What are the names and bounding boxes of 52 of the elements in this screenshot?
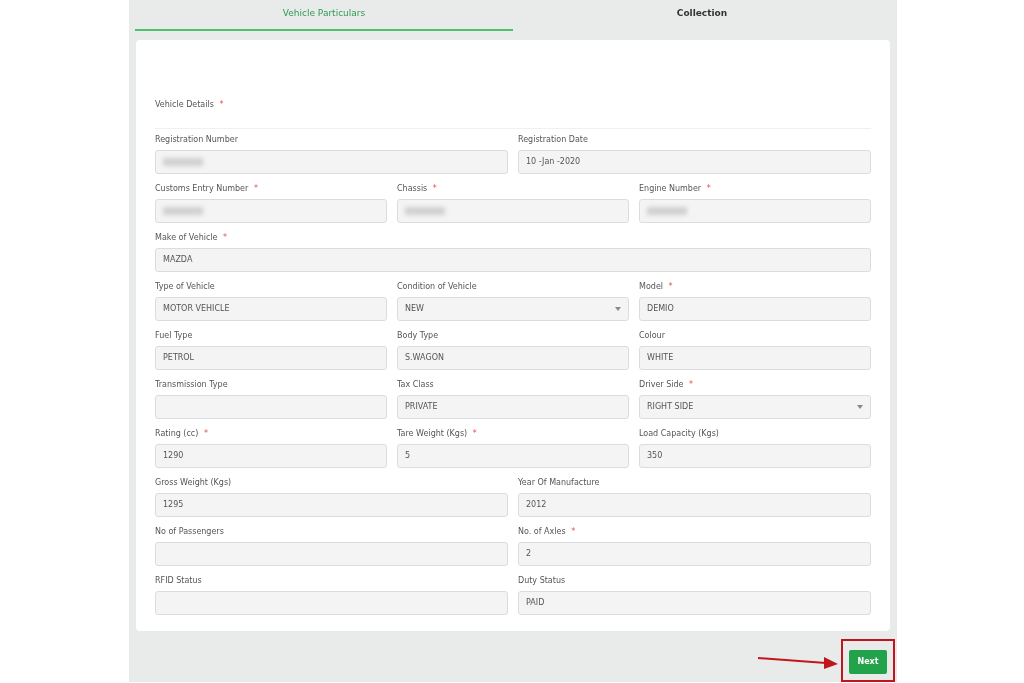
tab[interactable]: Collection [513,0,891,31]
field-label: No. of Axles * [518,526,577,537]
input-field[interactable]: 1290 [155,443,387,468]
field-label: Transmission Type [155,379,229,390]
input-field[interactable] [155,149,508,174]
field-label: Fuel Type [155,330,194,341]
input-field[interactable]: WHITE [639,345,871,370]
dropdown-field[interactable]: RIGHT SIDE [639,394,871,419]
field-label: Type of Vehicle [155,281,216,292]
field-label: RFID Status [155,575,203,586]
field-label: Colour [639,330,666,341]
caret-icon [857,404,863,409]
caret-icon [615,306,621,311]
input-field[interactable]: 5 [397,443,629,468]
field-label: Duty Status [518,575,567,586]
input-field[interactable] [155,590,508,615]
input-field[interactable]: PRIVATE [397,394,629,419]
field-label: Registration Date [518,134,589,145]
field-label: Driver Side * [639,379,694,390]
field-label: Make of Vehicle * [155,232,229,243]
field-label: Chassis * [397,183,438,194]
field-label: Load Capacity (Kgs) [639,428,720,439]
field-label: Customs Entry Number * [155,183,259,194]
field-label: Vehicle Details * [155,99,224,109]
field-label: Body Type [397,330,440,341]
field-label: No of Passengers [155,526,225,537]
input-field[interactable] [155,394,387,419]
field-label: Registration Number [155,134,239,145]
input-field[interactable]: PAID [518,590,871,615]
input-field[interactable]: MOTOR VEHICLE [155,296,387,321]
dropdown-field[interactable]: NEW [397,296,629,321]
field-label: Model * [639,281,674,292]
field-label: Year Of Manufacture [518,477,601,488]
input-field[interactable]: PETROL [155,345,387,370]
input-field[interactable]: 1295 [155,492,508,517]
input-field[interactable]: 10 -Jan -2020 [518,149,871,174]
field-label: Rating (cc) * [155,428,209,439]
input-field[interactable] [639,198,871,223]
field-label: Condition of Vehicle [397,281,478,292]
field-label: Tax Class [397,379,435,390]
field-label: Engine Number * [639,183,712,194]
input-field[interactable]: MAZDA [155,247,871,272]
input-field[interactable]: DEMIO [639,296,871,321]
input-field[interactable] [155,198,387,223]
input-field[interactable] [155,541,508,566]
input-field[interactable]: 2 [518,541,871,566]
field-label: Tare Weight (Kgs) * [397,428,478,439]
input-field[interactable] [397,198,629,223]
input-field[interactable]: 350 [639,443,871,468]
input-field[interactable]: 2012 [518,492,871,517]
input-field[interactable]: S.WAGON [397,345,629,370]
field-label: Gross Weight (Kgs) [155,477,233,488]
